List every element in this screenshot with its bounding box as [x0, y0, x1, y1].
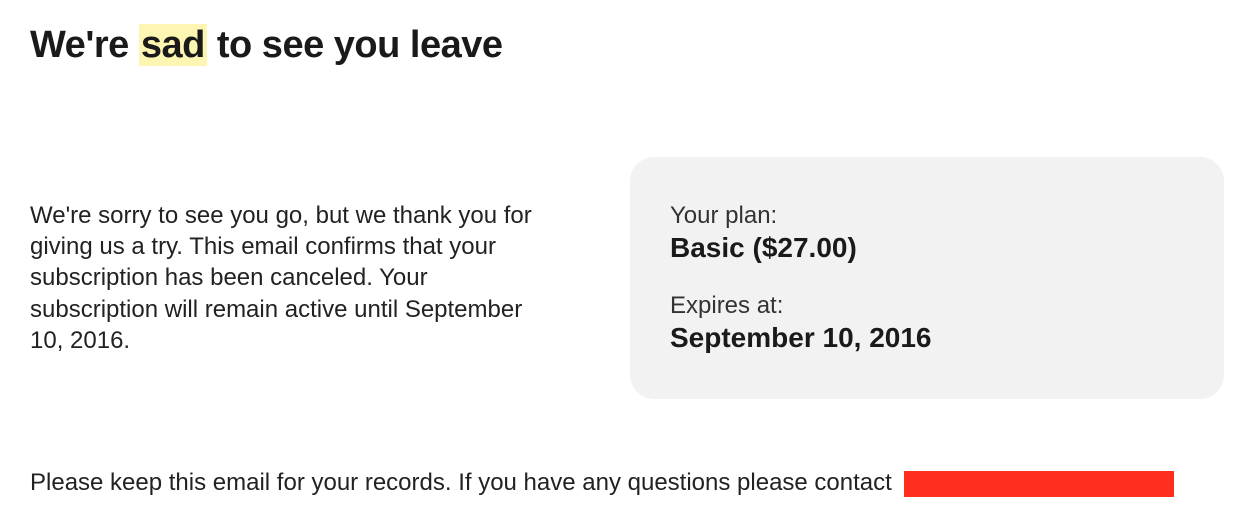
plan-group: Your plan: Basic ($27.00): [670, 202, 1184, 264]
expires-label: Expires at:: [670, 292, 1184, 320]
subscription-info-box: Your plan: Basic ($27.00) Expires at: Se…: [630, 157, 1224, 399]
plan-label: Your plan:: [670, 202, 1184, 230]
content-row: We're sorry to see you go, but we thank …: [30, 157, 1224, 399]
footer-text: Please keep this email for your records.…: [30, 469, 1224, 497]
heading-part2: to see you leave: [207, 24, 503, 66]
expires-group: Expires at: September 10, 2016: [670, 292, 1184, 354]
plan-value: Basic ($27.00): [670, 232, 1184, 264]
redacted-contact: [904, 471, 1174, 497]
expires-value: September 10, 2016: [670, 322, 1184, 354]
heading-highlight: sad: [139, 24, 207, 66]
body-text: We're sorry to see you go, but we thank …: [30, 200, 550, 356]
heading-part1: We're: [30, 24, 139, 66]
footer-message: Please keep this email for your records.…: [30, 469, 892, 496]
page-heading: We're sad to see you leave: [30, 24, 1224, 67]
